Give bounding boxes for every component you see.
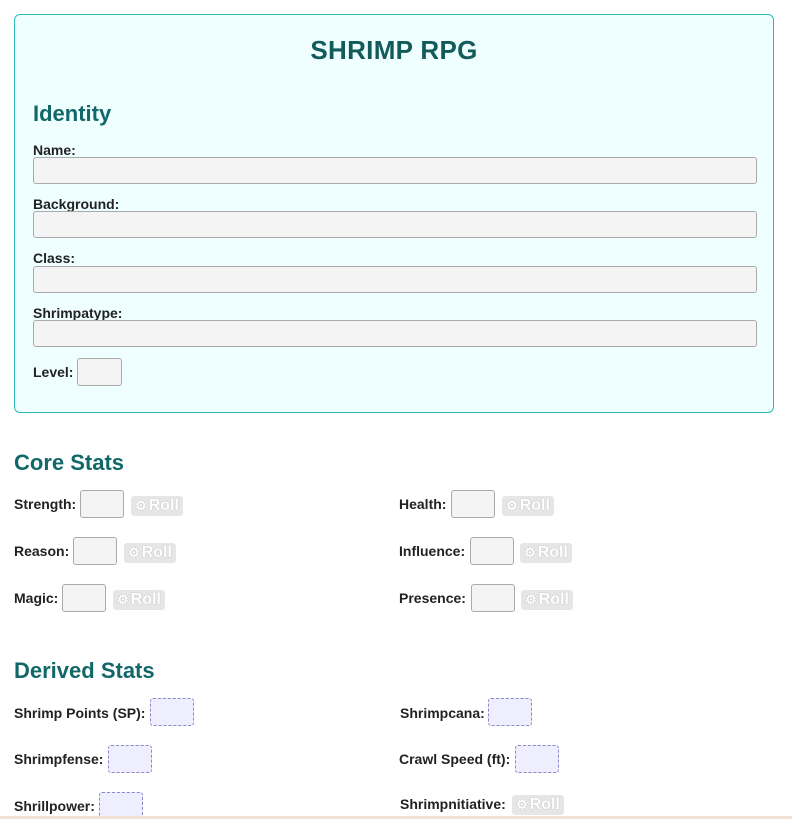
die-icon: ⚙ <box>117 592 129 607</box>
background-label: Background: <box>33 196 120 212</box>
crawl-speed-value-box <box>515 745 559 773</box>
strength-label: Strength: <box>14 496 77 512</box>
shrillpower-label: Shrillpower: <box>14 798 95 814</box>
shrimpfense-value-box <box>108 745 152 773</box>
influence-roll-button[interactable]: ⚙ Roll <box>520 543 572 563</box>
shrimpatype-input[interactable] <box>33 320 757 347</box>
core-stats-heading: Core Stats <box>14 450 125 475</box>
reason-input[interactable] <box>73 537 117 565</box>
name-input[interactable] <box>33 157 757 184</box>
shrimpcana-value-box <box>488 698 532 726</box>
name-label: Name: <box>33 142 76 158</box>
shrimpatype-label: Shrimpatype: <box>33 305 123 321</box>
influence-label: Influence: <box>399 543 466 559</box>
crawl-speed-label: Crawl Speed (ft): <box>399 751 511 767</box>
sp-value-box <box>150 698 194 726</box>
die-icon: ⚙ <box>128 545 140 560</box>
reason-label: Reason: <box>14 543 70 559</box>
shrillpower-value-box <box>99 792 143 818</box>
strength-roll-button[interactable]: ⚙ Roll <box>131 496 183 516</box>
reason-roll-button[interactable]: ⚙ Roll <box>124 543 176 563</box>
die-icon: ⚙ <box>135 498 147 513</box>
shrimpnitiative-label: Shrimpnitiative: <box>400 796 506 812</box>
die-icon: ⚙ <box>525 592 537 607</box>
magic-roll-button[interactable]: ⚙ Roll <box>113 590 165 610</box>
strength-input[interactable] <box>80 490 124 518</box>
sp-label: Shrimp Points (SP): <box>14 705 146 721</box>
influence-input[interactable] <box>470 537 514 565</box>
die-icon: ⚙ <box>524 545 536 560</box>
class-label: Class: <box>33 250 76 266</box>
page-title: SHRIMP RPG <box>310 35 478 65</box>
health-input[interactable] <box>451 490 495 518</box>
health-label: Health: <box>399 496 447 512</box>
derived-stats-heading: Derived Stats <box>14 658 155 683</box>
class-input[interactable] <box>33 266 757 293</box>
level-label: Level: <box>33 364 74 380</box>
shrimpnitiative-roll-button[interactable]: ⚙ Roll <box>512 795 564 815</box>
presence-input[interactable] <box>471 584 515 612</box>
die-icon: ⚙ <box>506 498 518 513</box>
level-input[interactable] <box>77 358 122 386</box>
shrimpfense-label: Shrimpfense: <box>14 751 104 767</box>
magic-label: Magic: <box>14 590 59 606</box>
identity-heading: Identity <box>33 101 112 126</box>
background-input[interactable] <box>33 211 757 238</box>
magic-input[interactable] <box>62 584 106 612</box>
presence-label: Presence: <box>399 590 466 606</box>
health-roll-button[interactable]: ⚙ Roll <box>502 496 554 516</box>
die-icon: ⚙ <box>516 797 528 812</box>
shrimpcana-label: Shrimpcana: <box>400 705 485 721</box>
presence-roll-button[interactable]: ⚙ Roll <box>521 590 573 610</box>
identity-card: SHRIMP RPG Identity Name: Background: Cl… <box>14 14 774 413</box>
